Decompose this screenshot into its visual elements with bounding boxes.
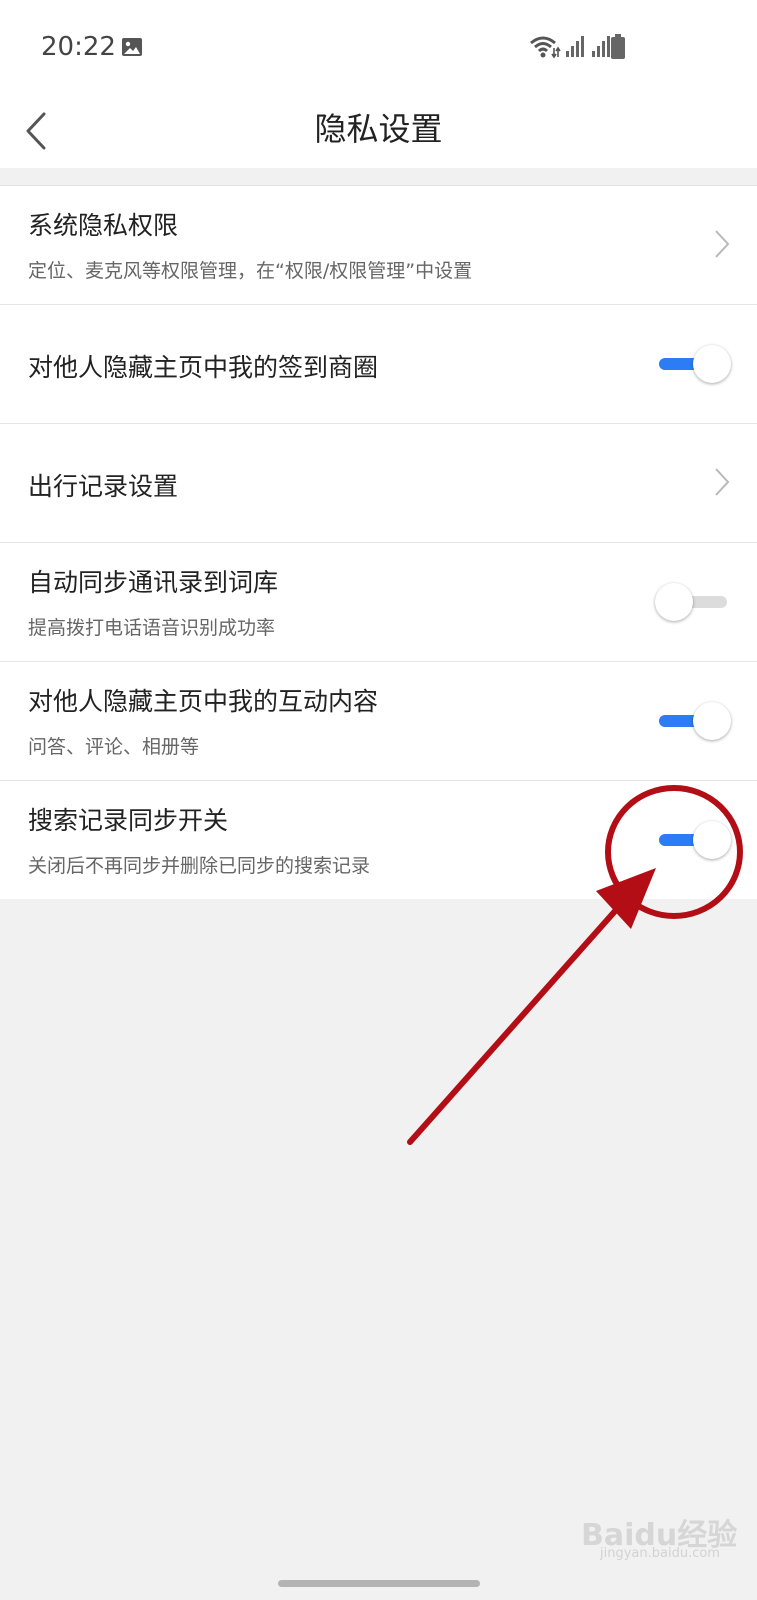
setting-system-privacy[interactable]: 系统隐私权限 定位、麦克风等权限管理，在“权限/权限管理”中设置: [0, 186, 757, 305]
setting-travel-records[interactable]: 出行记录设置: [0, 424, 757, 543]
status-time: 20:22: [41, 32, 116, 62]
status-bar: 20:22: [0, 0, 757, 96]
toggle-knob: [655, 583, 693, 621]
image-icon: [122, 38, 142, 56]
page-title: 隐私设置: [314, 110, 443, 148]
setting-subtitle: 关闭后不再同步并删除已同步的搜索记录: [28, 855, 371, 877]
setting-hide-checkin: 对他人隐藏主页中我的签到商圈: [0, 305, 757, 424]
signal-icon: [566, 36, 584, 57]
chevron-right-icon: [715, 468, 730, 496]
setting-title: 对他人隐藏主页中我的签到商圈: [28, 353, 379, 382]
setting-title: 搜索记录同步开关: [28, 806, 229, 835]
toggle-knob: [693, 702, 731, 740]
setting-title: 出行记录设置: [28, 472, 179, 501]
settings-list: 系统隐私权限 定位、麦克风等权限管理，在“权限/权限管理”中设置 对他人隐藏主页…: [0, 185, 757, 899]
setting-subtitle: 问答、评论、相册等: [28, 736, 200, 758]
battery-icon: [611, 34, 625, 59]
chevron-right-icon: [715, 230, 730, 258]
toggle-knob: [693, 345, 731, 383]
toggle-switch[interactable]: [655, 581, 731, 623]
setting-subtitle: 提高拨打电话语音识别成功率: [28, 617, 276, 639]
setting-sync-contacts: 自动同步通讯录到词库 提高拨打电话语音识别成功率: [0, 543, 757, 662]
setting-subtitle: 定位、麦克风等权限管理，在“权限/权限管理”中设置: [28, 260, 473, 282]
wifi-icon: [530, 36, 561, 59]
toggle-switch[interactable]: [655, 343, 731, 385]
setting-hide-interactions: 对他人隐藏主页中我的互动内容 问答、评论、相册等: [0, 662, 757, 781]
toggle-switch[interactable]: [655, 819, 731, 861]
setting-title: 对他人隐藏主页中我的互动内容: [28, 687, 379, 716]
annotation-arrow-shaft: [407, 907, 619, 1145]
setting-title: 自动同步通讯录到词库: [28, 568, 279, 597]
setting-title: 系统隐私权限: [28, 211, 179, 240]
nav-bar: 隐私设置: [0, 96, 757, 168]
toggle-switch[interactable]: [655, 700, 731, 742]
toggle-knob: [693, 821, 731, 859]
home-indicator[interactable]: [278, 1580, 480, 1587]
setting-search-sync: 搜索记录同步开关 关闭后不再同步并删除已同步的搜索记录: [0, 781, 757, 899]
watermark-url: jingyan.baidu.com: [600, 1546, 720, 1561]
